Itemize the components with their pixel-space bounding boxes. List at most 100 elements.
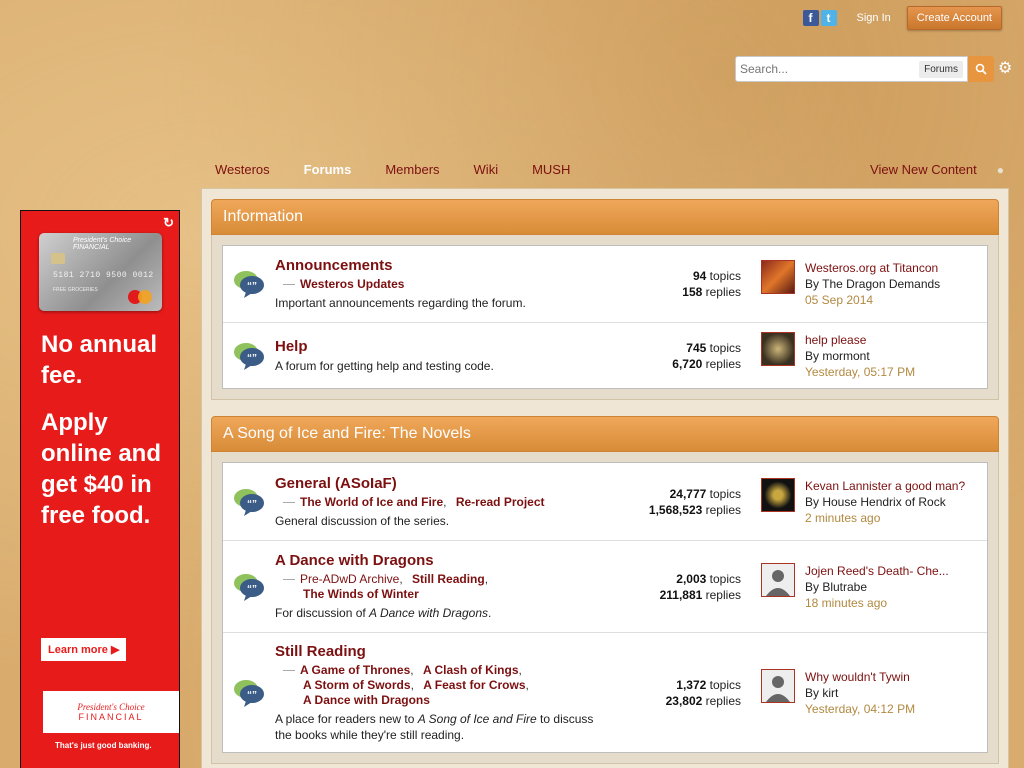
topics-label: topics xyxy=(709,269,741,283)
svg-text:“”: “” xyxy=(247,281,257,292)
forum-description-title: A Song of Ice and Fire xyxy=(417,711,537,726)
subforum-link[interactable]: Still Reading xyxy=(412,572,485,586)
topic-count: 24,777 xyxy=(669,486,707,501)
subforum-list: The World of Ice and Fire, Re-read Proje… xyxy=(275,495,605,510)
last-post: Why wouldn't Tywin By kirt Yesterday, 04… xyxy=(761,668,916,717)
category-header[interactable]: Information xyxy=(211,199,999,235)
speech-bubble-icon: “” xyxy=(234,271,264,298)
ad-logo: President's Choice FINANCIAL xyxy=(43,691,179,733)
forum-title[interactable]: Help xyxy=(275,338,605,355)
forum-description: For discussion of A Dance with Dragons. xyxy=(275,605,605,621)
forum-row: “” Help A forum for getting help and tes… xyxy=(223,322,987,388)
svg-text:“”: “” xyxy=(247,353,257,364)
category-header[interactable]: A Song of Ice and Fire: The Novels xyxy=(211,416,999,452)
forum-icon: “” xyxy=(223,572,275,602)
last-post-author[interactable]: By House Hendrix of Rock xyxy=(805,494,965,510)
gear-icon[interactable]: ⚙ xyxy=(998,61,1014,77)
last-post: Westeros.org at Titancon By The Dragon D… xyxy=(761,260,940,308)
forum-icon: “” xyxy=(223,487,275,517)
last-post-date: Yesterday, 04:12 PM xyxy=(805,701,916,716)
speech-bubble-icon: “” xyxy=(234,573,264,601)
forum-row: “” Announcements Westeros Updates Import… xyxy=(223,246,987,322)
last-post-title[interactable]: Jojen Reed's Death- Che... xyxy=(805,563,949,579)
social-links: f t xyxy=(802,10,837,26)
last-post-author[interactable]: By The Dragon Demands xyxy=(805,276,940,292)
nav-item-forums[interactable]: Forums xyxy=(304,162,352,177)
forum-index: Information “” Announcements Westeros Up… xyxy=(201,188,1009,768)
replies-label: replies xyxy=(705,285,741,299)
subforum-link[interactable]: Re-read Project xyxy=(456,495,545,509)
subforum-link[interactable]: A Dance with Dragons xyxy=(303,693,430,707)
category-body: “” Announcements Westeros Updates Import… xyxy=(211,235,999,400)
view-new-content-link[interactable]: View New Content xyxy=(870,162,977,177)
last-post-author[interactable]: By kirt xyxy=(805,685,915,701)
ad-headline-1: No annual fee. xyxy=(41,331,158,389)
last-post-title[interactable]: help please xyxy=(805,332,915,348)
forum-main: Help A forum for getting help and testin… xyxy=(275,330,605,382)
credit-card-image: President's Choice FINANCIAL 5181 2710 9… xyxy=(39,233,162,311)
subforum-list: A Game of Thrones, A Clash of Kings, A S… xyxy=(275,663,605,708)
last-post-date: 18 minutes ago xyxy=(805,595,888,610)
twitter-icon[interactable]: t xyxy=(820,10,837,26)
forum-stats: 745 topics 6,720 replies xyxy=(605,340,741,372)
subforum-link[interactable]: The World of Ice and Fire xyxy=(300,495,443,509)
subforum-link[interactable]: A Feast for Crows xyxy=(423,678,525,692)
last-post-author[interactable]: By mormont xyxy=(805,348,915,364)
forum-main: Still Reading A Game of Thrones, A Clash… xyxy=(275,635,605,751)
subforum-link[interactable]: A Storm of Swords xyxy=(303,678,411,692)
nav-item-members[interactable]: Members xyxy=(385,162,439,177)
ad-logo-line1: President's Choice xyxy=(77,702,145,712)
subforum-link[interactable]: A Game of Thrones xyxy=(300,663,410,677)
reply-count: 1,568,523 xyxy=(648,502,703,517)
nav-item-wiki[interactable]: Wiki xyxy=(474,162,499,177)
forum-title[interactable]: Still Reading xyxy=(275,643,605,660)
topics-label: topics xyxy=(709,486,741,501)
forum-table: “” General (ASoIaF) The World of Ice and… xyxy=(222,462,988,753)
reply-count: 158 xyxy=(682,285,703,299)
forum-icon: “” xyxy=(223,269,275,299)
topic-count: 745 xyxy=(686,340,707,355)
map-pin-icon[interactable]: ● xyxy=(997,163,1004,177)
topics-label: topics xyxy=(709,677,741,692)
forum-title[interactable]: General (ASoIaF) xyxy=(275,475,605,492)
sign-in-link[interactable]: Sign In xyxy=(857,12,891,24)
forum-title[interactable]: A Dance with Dragons xyxy=(275,552,605,569)
forum-title[interactable]: Announcements xyxy=(275,257,605,274)
last-post: Kevan Lannister a good man? By House Hen… xyxy=(761,477,965,526)
learn-more-button[interactable]: Learn more ▶ xyxy=(41,638,127,661)
create-account-button[interactable]: Create Account xyxy=(906,6,1002,30)
forum-description-text: A place for readers new to xyxy=(275,711,418,726)
last-post: Jojen Reed's Death- Che... By Blutrabe 1… xyxy=(761,562,949,611)
search-button[interactable] xyxy=(968,56,994,82)
subforum-link[interactable]: Pre-ADwD Archive xyxy=(300,572,399,586)
ad-logo-line2: FINANCIAL xyxy=(78,712,144,722)
search-input[interactable] xyxy=(740,62,910,76)
avatar[interactable] xyxy=(761,331,795,366)
forum-description-text: For discussion of xyxy=(275,606,370,620)
topic-count: 1,372 xyxy=(676,677,707,692)
subforum-link[interactable]: The Winds of Winter xyxy=(303,587,419,601)
avatar[interactable] xyxy=(761,562,795,597)
forum-row: “” Still Reading A Game of Thrones, A Cl… xyxy=(223,632,987,752)
avatar[interactable] xyxy=(761,477,795,512)
nav-item-westeros[interactable]: Westeros xyxy=(215,162,270,177)
last-post-title[interactable]: Why wouldn't Tywin xyxy=(805,669,915,685)
forum-description-title: A Dance with Dragons xyxy=(369,606,488,620)
search-scope-button[interactable]: Forums xyxy=(919,60,963,78)
last-post-date: 2 minutes ago xyxy=(805,510,881,525)
replies-label: replies xyxy=(705,502,741,517)
subforum-link[interactable]: A Clash of Kings xyxy=(423,663,519,677)
refresh-icon[interactable]: ↻ xyxy=(163,215,174,231)
last-post-author[interactable]: By Blutrabe xyxy=(805,579,949,595)
avatar[interactable] xyxy=(761,260,795,294)
last-post-title[interactable]: Kevan Lannister a good man? xyxy=(805,478,965,494)
advertisement[interactable]: ↻ President's Choice FINANCIAL 5181 2710… xyxy=(20,210,180,768)
subforum-link[interactable]: Westeros Updates xyxy=(300,277,404,291)
facebook-icon[interactable]: f xyxy=(802,10,819,26)
avatar[interactable] xyxy=(761,668,795,703)
subforum-list: Westeros Updates xyxy=(275,277,605,292)
nav-item-mush[interactable]: MUSH xyxy=(532,162,570,177)
forum-description: General discussion of the series. xyxy=(275,513,450,528)
speech-bubble-icon: “” xyxy=(234,342,264,370)
last-post-title[interactable]: Westeros.org at Titancon xyxy=(805,260,940,276)
